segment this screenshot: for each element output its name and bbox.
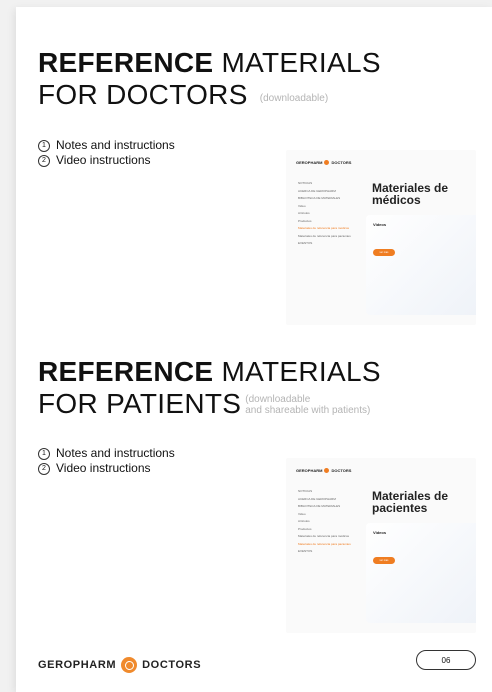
preview-nav-item: EVENTOS	[298, 241, 313, 245]
list-item-label: Notes and instructions	[56, 138, 175, 152]
preview-panel-title: Videos	[373, 222, 387, 227]
patients-title-note-line1: (downloadable	[245, 394, 311, 405]
doctors-title-rest: MATERIALS	[213, 47, 381, 78]
preview-nav-item: Productos	[298, 218, 312, 223]
preview-button: ver mas	[373, 249, 395, 256]
patients-title-line2: FOR PATIENTS (downloadable and shareable…	[38, 389, 370, 419]
preview-heading: Materiales de médicos	[372, 182, 448, 206]
doctors-preview-screenshot: GEROPHARM DOCTORS NOTICIAS ACERCA DE GER…	[286, 150, 476, 325]
preview-heading-line2: médicos	[372, 193, 421, 207]
footer-brand-left: GEROPHARM	[38, 659, 117, 671]
preview-brand-left: GEROPHARM	[296, 468, 323, 473]
preview-brand: GEROPHARM DOCTORS	[296, 160, 351, 165]
preview-panel-title: Videos	[373, 530, 387, 535]
doctors-list: 1 Notes and instructions 2 Video instruc…	[38, 138, 175, 168]
list-item-label: Notes and instructions	[56, 446, 175, 460]
footer-brand-right: DOCTORS	[142, 659, 202, 671]
logo-icon	[324, 160, 330, 165]
preview-nav-item: Video	[298, 203, 306, 208]
number-1-icon: 1	[38, 139, 50, 152]
preview-nav-item: Artículos	[298, 519, 310, 523]
doctors-title-line2: FOR DOCTORS (downloadable)	[38, 80, 328, 110]
preview-nav-item: BIBLIOTECA DE MATERIALES	[298, 196, 341, 200]
preview-nav-item: NOTICIAS	[298, 181, 313, 185]
list-item[interactable]: 2 Video instructions	[38, 461, 175, 476]
preview-brand-right: DOCTORS	[331, 160, 352, 165]
preview-brand: GEROPHARM DOCTORS	[296, 468, 351, 473]
logo-icon	[324, 468, 330, 473]
preview-nav-item-active: Materiales de referencia para pacientes	[298, 541, 351, 546]
preview-nav-item: EVENTOS	[298, 549, 313, 553]
list-item-label: Video instructions	[56, 461, 151, 475]
preview-nav-item: BIBLIOTECA DE MATERIALES	[298, 504, 341, 508]
preview-nav-item: NOTICIAS	[298, 489, 313, 493]
preview-nav-item: Materiales de referencia para pacientes	[298, 233, 351, 238]
preview-nav-item: Productos	[298, 526, 312, 531]
doctors-title: REFERENCE MATERIALS	[38, 48, 381, 78]
list-item[interactable]: 1 Notes and instructions	[38, 446, 175, 461]
preview-nav-item: ACERCA DE GEROPHARM	[298, 496, 336, 501]
preview-heading: Materiales de pacientes	[372, 490, 448, 514]
page-number: 06	[416, 650, 476, 670]
preview-nav-item-active: Materiales de referencia para médicos	[298, 226, 350, 230]
preview-nav: NOTICIAS ACERCA DE GEROPHARM BIBLIOTECA …	[298, 180, 351, 248]
number-2-icon: 2	[38, 462, 50, 475]
number-1-icon: 1	[38, 447, 50, 460]
patients-list: 1 Notes and instructions 2 Video instruc…	[38, 446, 175, 476]
preview-nav-item: Materiales de referencia para médicos	[298, 534, 350, 538]
preview-panel: Videos ver mas	[366, 215, 476, 315]
preview-nav-item: Video	[298, 511, 306, 516]
patients-title-bold: REFERENCE	[38, 356, 214, 387]
preview-brand-left: GEROPHARM	[296, 160, 323, 165]
doctors-title-line2-text: FOR DOCTORS	[38, 79, 248, 110]
doctors-title-bold: REFERENCE	[38, 47, 214, 78]
preview-heading-line2: pacientes	[372, 501, 428, 515]
list-item-label: Video instructions	[56, 153, 151, 167]
patients-title: REFERENCE MATERIALS	[38, 357, 381, 387]
preview-nav-item: ACERCA DE GEROPHARM	[298, 188, 336, 193]
list-item[interactable]: 1 Notes and instructions	[38, 138, 175, 153]
patients-preview-screenshot: GEROPHARM DOCTORS NOTICIAS ACERCA DE GER…	[286, 458, 476, 633]
preview-panel: Videos ver mas	[366, 523, 476, 623]
patients-title-note: (downloadable and shareable with patient…	[245, 394, 370, 416]
geropharm-logo-icon	[121, 657, 138, 673]
doctors-title-note: (downloadable)	[259, 93, 329, 104]
preview-nav: NOTICIAS ACERCA DE GEROPHARM BIBLIOTECA …	[298, 488, 351, 556]
patients-title-line2-text: FOR PATIENTS	[38, 388, 242, 419]
footer-logo: GEROPHARM DOCTORS	[38, 657, 201, 673]
preview-button: ver mas	[373, 557, 395, 564]
patients-title-note-line2: and shareable with patients)	[245, 405, 371, 416]
preview-brand-right: DOCTORS	[331, 468, 352, 473]
patients-title-rest: MATERIALS	[213, 356, 381, 387]
list-item[interactable]: 2 Video instructions	[38, 153, 175, 168]
number-2-icon: 2	[38, 154, 50, 167]
preview-nav-item: Artículos	[298, 211, 310, 215]
